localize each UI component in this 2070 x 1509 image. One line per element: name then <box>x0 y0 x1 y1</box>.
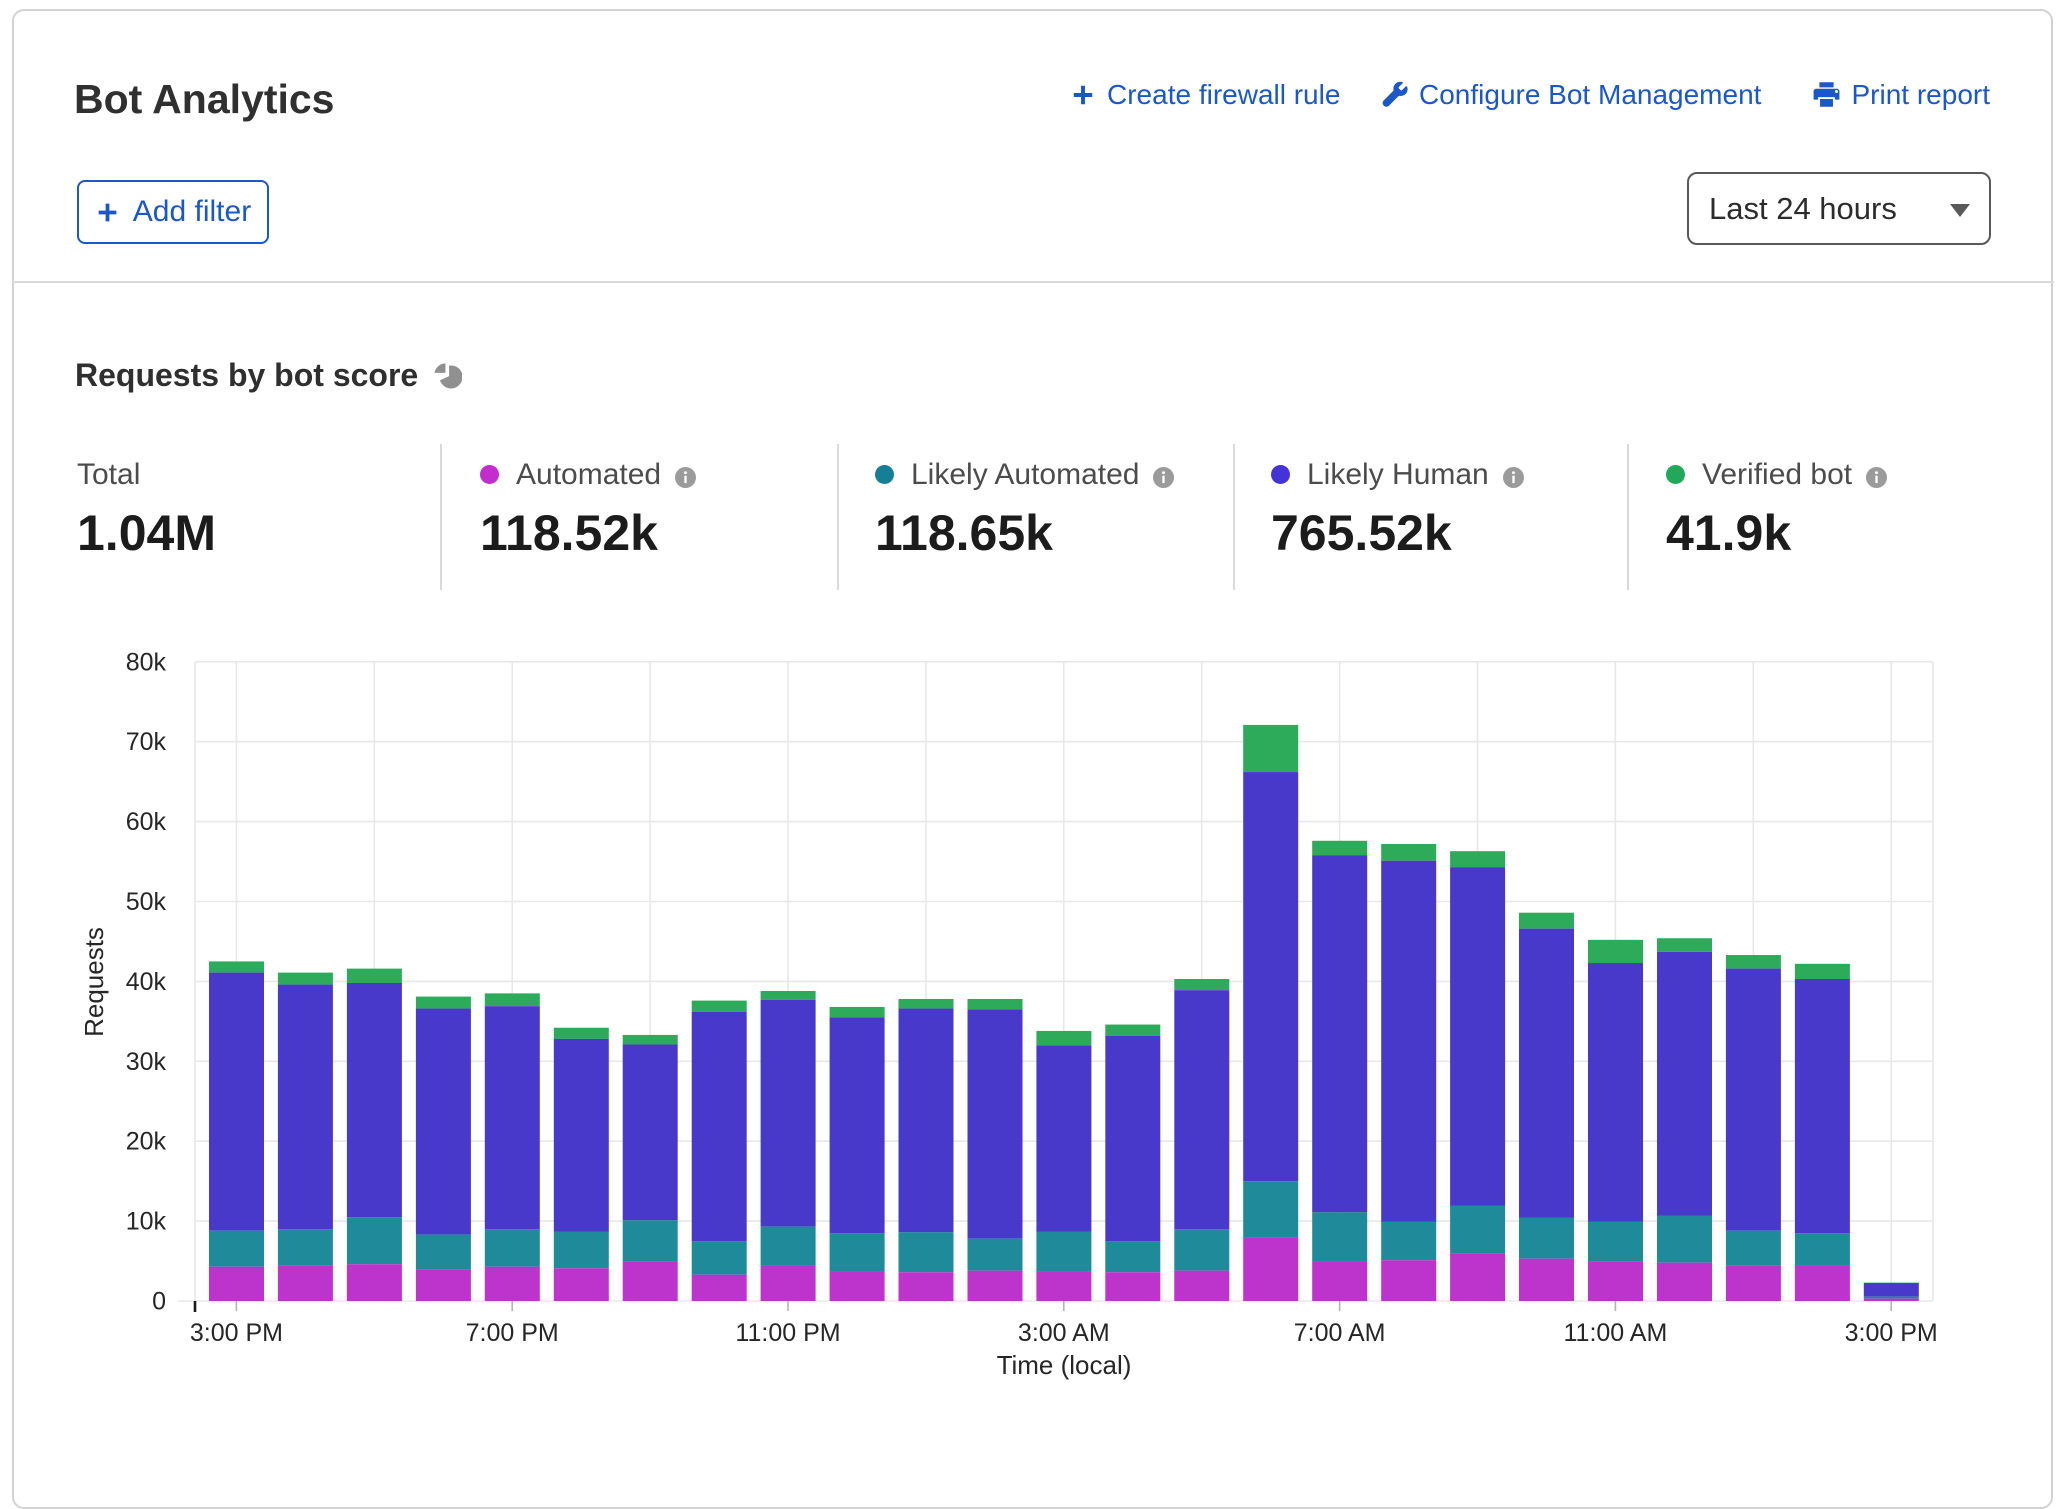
svg-text:10k: 10k <box>126 1208 167 1236</box>
svg-text:Time (local): Time (local) <box>997 1350 1132 1380</box>
svg-text:3:00 PM: 3:00 PM <box>1845 1319 1938 1347</box>
svg-text:50k: 50k <box>126 888 167 916</box>
svg-text:80k: 80k <box>126 648 167 676</box>
svg-text:0: 0 <box>152 1288 166 1316</box>
svg-text:11:00 AM: 11:00 AM <box>1564 1319 1668 1347</box>
svg-text:Requests: Requests <box>79 927 109 1037</box>
svg-text:7:00 PM: 7:00 PM <box>466 1319 559 1347</box>
svg-text:3:00 PM: 3:00 PM <box>190 1319 283 1347</box>
svg-text:60k: 60k <box>126 808 167 836</box>
svg-text:3:00 AM: 3:00 AM <box>1018 1319 1110 1347</box>
svg-text:20k: 20k <box>126 1128 167 1156</box>
svg-text:11:00 PM: 11:00 PM <box>735 1319 840 1347</box>
svg-text:30k: 30k <box>126 1048 167 1076</box>
svg-text:40k: 40k <box>126 968 167 996</box>
svg-text:7:00 AM: 7:00 AM <box>1294 1319 1386 1347</box>
svg-text:70k: 70k <box>126 728 167 756</box>
